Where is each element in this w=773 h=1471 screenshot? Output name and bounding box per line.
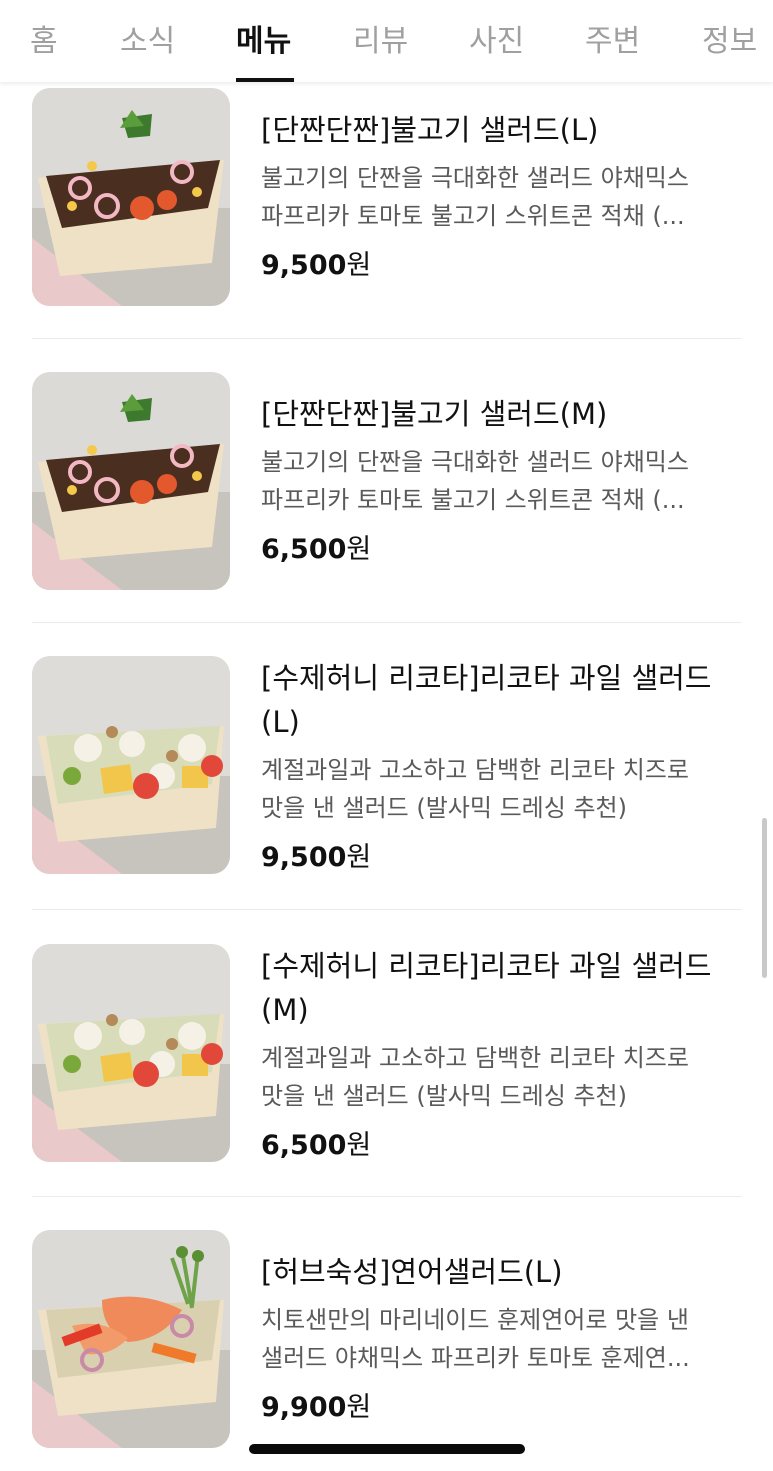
price-value: 9,500 bbox=[261, 842, 347, 873]
menu-item-description: 불고기의 단짠을 극대화한 샐러드 야채믹스 bbox=[261, 164, 689, 192]
menu-item[interactable]: [수제허니 리코타]리코타 과일 샐러드 (L) 계절과일과 고소하고 담백한 … bbox=[32, 656, 742, 878]
divider bbox=[32, 1196, 742, 1197]
menu-item-description: 파프리카 토마토 불고기 스위트콘 적채 (... bbox=[261, 486, 685, 514]
menu-item-description: 계절과일과 고소하고 담백한 리코타 치즈로 bbox=[261, 1044, 689, 1072]
tab-menu[interactable]: 메뉴 bbox=[236, 16, 291, 60]
price-value: 9,900 bbox=[261, 1392, 347, 1423]
menu-item-description: 파프리카 토마토 불고기 스위트콘 적채 (... bbox=[261, 202, 685, 230]
menu-item-description: 치토샌만의 마리네이드 훈제연어로 맛을 낸 bbox=[261, 1306, 689, 1334]
scrollbar[interactable] bbox=[762, 818, 767, 978]
tab-nearby[interactable]: 주변 bbox=[585, 16, 640, 60]
menu-item-price: 9,900원 bbox=[261, 1390, 371, 1426]
divider bbox=[32, 622, 742, 623]
menu-item-photo bbox=[32, 88, 230, 306]
price-unit: 원 bbox=[346, 250, 372, 281]
menu-item-photo bbox=[32, 656, 230, 874]
tab-bar: 홈 소식 메뉴 리뷰 사진 주변 정보 bbox=[0, 0, 773, 82]
menu-item-description: 불고기의 단짠을 극대화한 샐러드 야채믹스 bbox=[261, 448, 689, 476]
divider bbox=[32, 338, 742, 339]
menu-item-price: 6,500원 bbox=[261, 1128, 371, 1164]
menu-item-description: 맛을 낸 샐러드 (발사믹 드레싱 추천) bbox=[261, 1082, 627, 1110]
menu-item-description: 샐러드 야채믹스 파프리카 토마토 훈제연... bbox=[261, 1344, 690, 1372]
price-value: 6,500 bbox=[261, 534, 347, 565]
tab-info[interactable]: 정보 bbox=[702, 16, 757, 60]
menu-item-name-continued: (L) bbox=[261, 705, 300, 739]
menu-item-name-continued: (M) bbox=[261, 993, 309, 1027]
price-value: 9,500 bbox=[261, 250, 347, 281]
menu-item-description: 계절과일과 고소하고 담백한 리코타 치즈로 bbox=[261, 756, 689, 784]
menu-item-photo bbox=[32, 372, 230, 590]
menu-item-name: [수제허니 리코타]리코타 과일 샐러드 bbox=[261, 661, 712, 695]
menu-item-description: 맛을 낸 샐러드 (발사믹 드레싱 추천) bbox=[261, 794, 627, 822]
menu-item-name: [단짠단짠]불고기 샐러드(M) bbox=[261, 397, 608, 431]
menu-item[interactable]: [수제허니 리코타]리코타 과일 샐러드 (M) 계절과일과 고소하고 담백한 … bbox=[32, 944, 742, 1166]
tab-photo[interactable]: 사진 bbox=[469, 16, 524, 60]
tab-news[interactable]: 소식 bbox=[120, 16, 175, 60]
menu-item[interactable]: [단짠단짠]불고기 샐러드(M) 불고기의 단짠을 극대화한 샐러드 야채믹스 … bbox=[32, 372, 742, 592]
price-value: 6,500 bbox=[261, 1130, 347, 1161]
menu-item-photo bbox=[32, 944, 230, 1162]
tab-home[interactable]: 홈 bbox=[30, 16, 58, 60]
menu-item[interactable]: [허브숙성]연어샐러드(L) 치토샌만의 마리네이드 훈제연어로 맛을 낸 샐러… bbox=[32, 1230, 742, 1450]
price-unit: 원 bbox=[346, 842, 372, 873]
home-indicator[interactable] bbox=[249, 1444, 525, 1454]
price-unit: 원 bbox=[346, 1130, 372, 1161]
menu-item-price: 6,500원 bbox=[261, 532, 371, 568]
menu-item-name: [수제허니 리코타]리코타 과일 샐러드 bbox=[261, 949, 712, 983]
active-tab-indicator bbox=[236, 78, 294, 82]
menu-item-name: [허브숙성]연어샐러드(L) bbox=[261, 1255, 563, 1289]
menu-item-price: 9,500원 bbox=[261, 248, 371, 284]
price-unit: 원 bbox=[346, 534, 372, 565]
menu-item-photo bbox=[32, 1230, 230, 1448]
menu-item-name: [단짠단짠]불고기 샐러드(L) bbox=[261, 113, 599, 147]
divider bbox=[32, 909, 742, 910]
menu-item[interactable]: [단짠단짠]불고기 샐러드(L) 불고기의 단짠을 극대화한 샐러드 야채믹스 … bbox=[32, 88, 742, 308]
tab-review[interactable]: 리뷰 bbox=[353, 16, 408, 60]
price-unit: 원 bbox=[346, 1392, 372, 1423]
menu-item-price: 9,500원 bbox=[261, 840, 371, 876]
